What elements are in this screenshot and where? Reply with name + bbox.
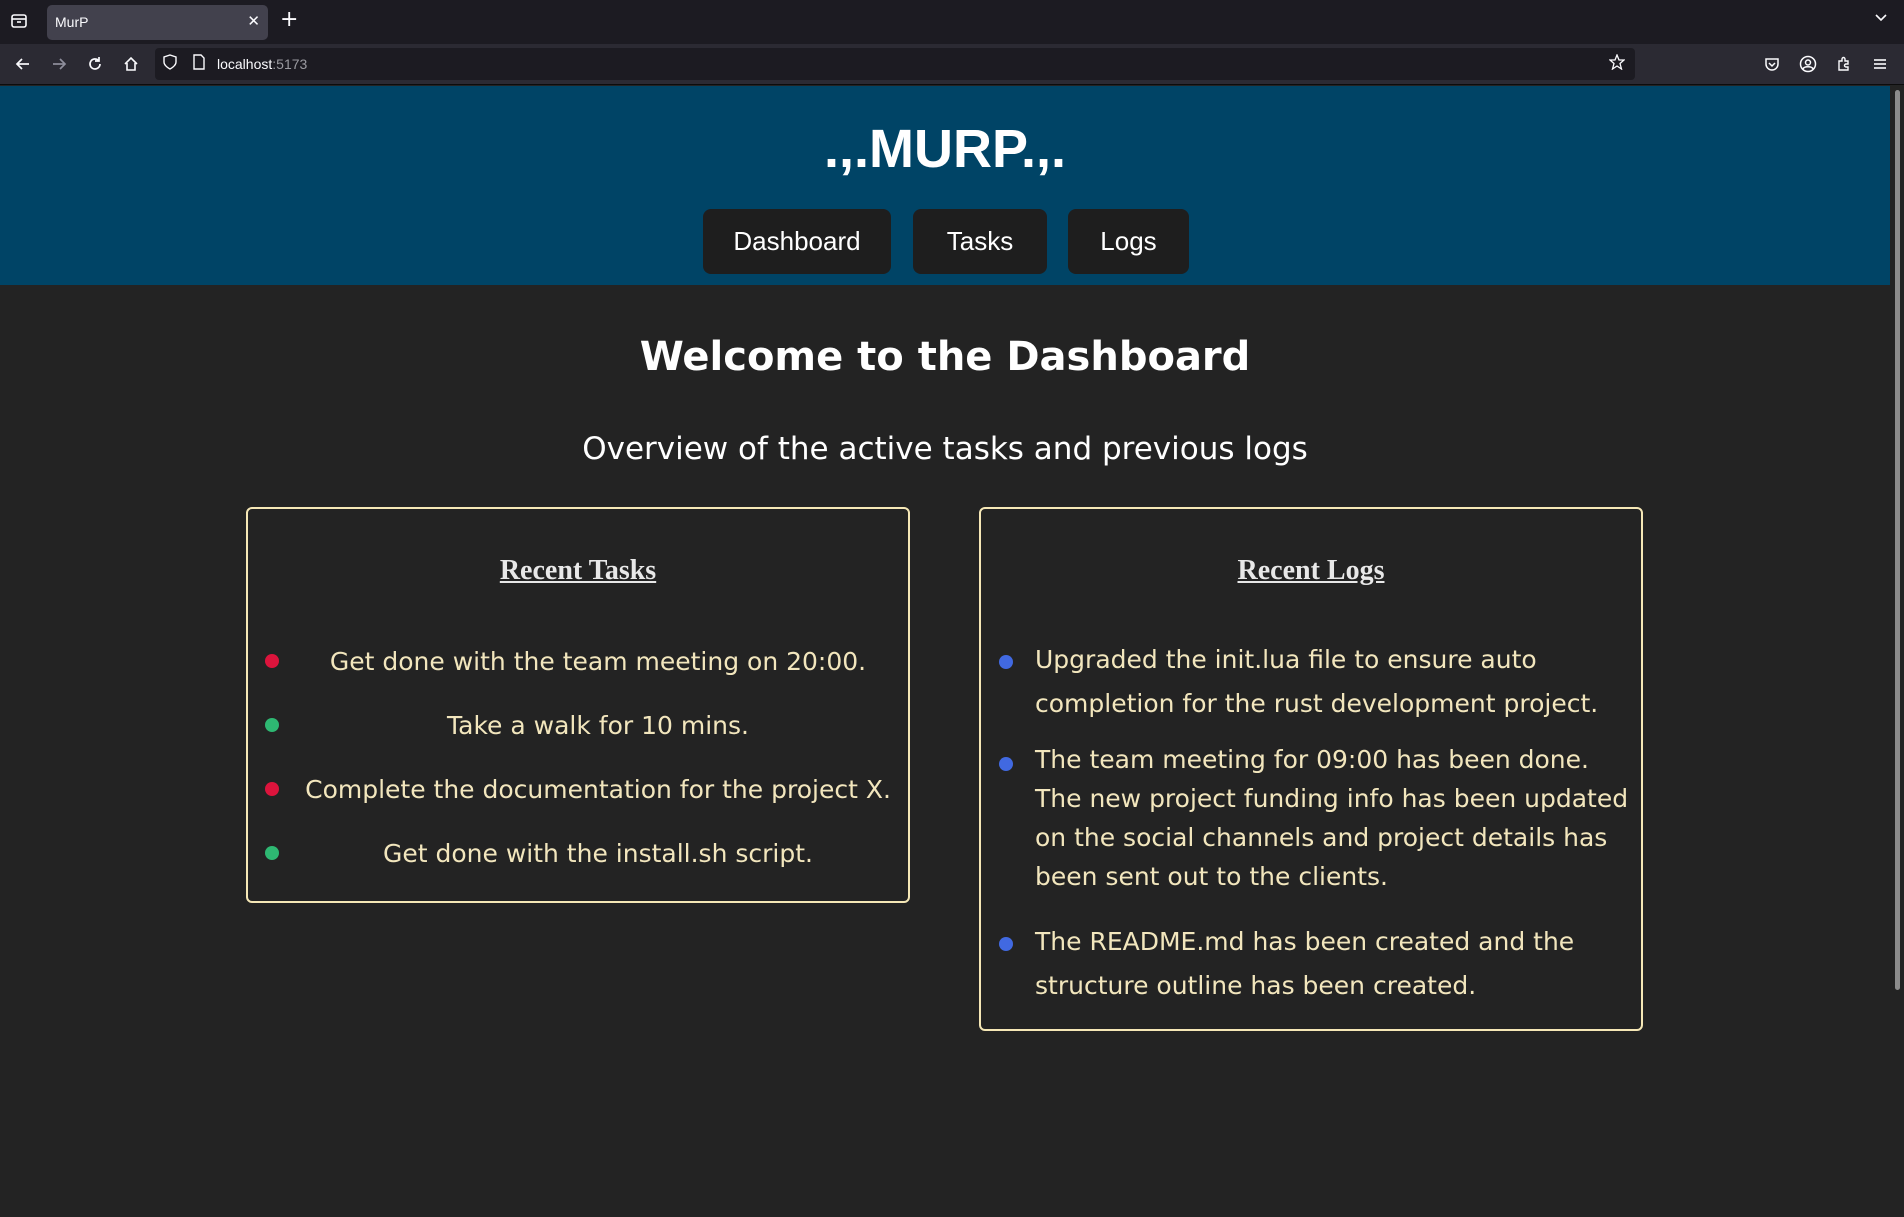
recent-logs-title: Recent Logs [1237, 555, 1385, 586]
task-item: Get done with the install.sh script. [248, 839, 908, 879]
task-status-dot [265, 654, 279, 668]
browser-tab[interactable]: MurP ✕ [47, 5, 268, 40]
url-text[interactable]: localhost:5173 [217, 56, 307, 72]
forward-icon[interactable] [47, 52, 71, 76]
extensions-icon[interactable] [1832, 52, 1856, 76]
site-header: .,.MURP.,. Dashboard Tasks Logs [0, 86, 1890, 285]
log-bullet [999, 757, 1013, 771]
task-item: Complete the documentation for the proje… [248, 775, 908, 815]
pocket-icon[interactable] [1760, 52, 1784, 76]
browser-tab-bar: MurP ✕ + [0, 0, 1904, 44]
chevron-down-icon[interactable] [1874, 11, 1888, 29]
task-text: Get done with the install.sh script. [382, 839, 813, 868]
task-status-dot [265, 846, 279, 860]
task-item: Get done with the team meeting on 20:00. [248, 647, 908, 687]
page-title: Welcome to the Dashboard [639, 334, 1251, 380]
nav-tasks-button[interactable]: Tasks [913, 209, 1047, 274]
task-status-dot [265, 782, 279, 796]
log-text: The README.md has been created and the s… [1035, 927, 1575, 1000]
task-item: Take a walk for 10 mins. [248, 711, 908, 751]
page-scrollbar[interactable] [1890, 86, 1904, 1217]
task-status-dot [265, 718, 279, 732]
log-text: The team meeting for 09:00 has been done… [1035, 745, 1629, 891]
nav-logs-button[interactable]: Logs [1068, 209, 1189, 274]
page-subtitle: Overview of the active tasks and previou… [582, 431, 1308, 467]
tab-list-icon[interactable] [10, 12, 30, 32]
recent-tasks-title: Recent Tasks [499, 555, 657, 586]
account-icon[interactable] [1796, 52, 1820, 76]
menu-icon[interactable] [1868, 52, 1892, 76]
browser-toolbar: localhost:5173 [0, 44, 1904, 85]
page-icon[interactable] [193, 54, 205, 74]
task-text: Take a walk for 10 mins. [447, 711, 749, 740]
task-text: Get done with the team meeting on 20:00. [329, 647, 867, 676]
home-icon[interactable] [119, 52, 143, 76]
page-content: .,.MURP.,. Dashboard Tasks Logs Welcome … [0, 86, 1890, 1217]
log-bullet [999, 937, 1013, 951]
recent-logs-card: Recent Logs Upgraded the init.lua file t… [979, 507, 1643, 1031]
url-bar[interactable]: localhost:5173 [155, 48, 1635, 80]
shield-icon[interactable] [163, 54, 177, 74]
log-bullet [999, 655, 1013, 669]
nav-dashboard-button[interactable]: Dashboard [703, 209, 891, 274]
close-tab-icon[interactable]: ✕ [247, 12, 260, 30]
site-title: .,.MURP.,. [823, 119, 1067, 179]
back-icon[interactable] [11, 52, 35, 76]
recent-tasks-card: Recent Tasks Get done with the team meet… [246, 507, 910, 903]
bookmark-star-icon[interactable] [1608, 53, 1626, 74]
task-text: Complete the documentation for the proje… [305, 775, 891, 804]
reload-icon[interactable] [83, 52, 107, 76]
scrollbar-thumb[interactable] [1895, 90, 1900, 990]
new-tab-icon[interactable]: + [280, 8, 298, 32]
tab-title: MurP [55, 14, 89, 30]
log-text: Upgraded the init.lua file to ensure aut… [1035, 645, 1599, 718]
